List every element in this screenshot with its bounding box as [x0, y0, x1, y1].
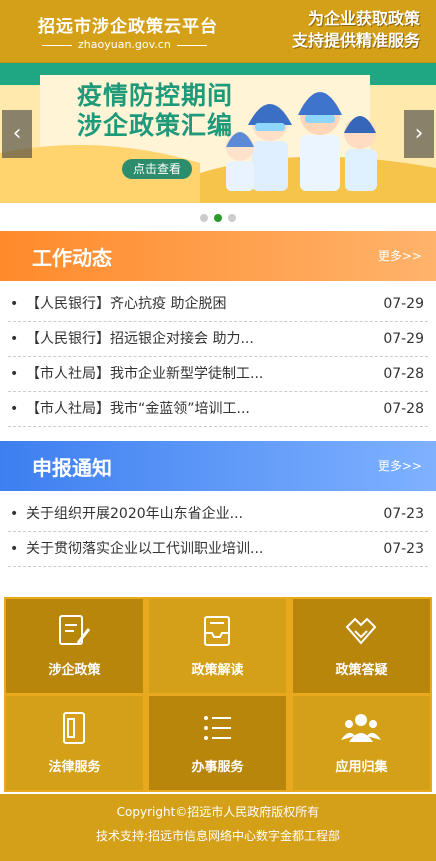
notice-date: 07-23	[383, 506, 424, 522]
service-grid: 涉企政策 政策解读 政策答疑 法律服务 办事服务 应用归集	[4, 597, 432, 792]
carousel-dot[interactable]	[200, 214, 208, 222]
section-title: 申报通知	[32, 456, 112, 480]
bullet: •	[10, 366, 19, 382]
carousel-next-arrow[interactable]: ›	[404, 110, 434, 158]
more-link[interactable]: 更多>>	[378, 457, 422, 474]
list-item[interactable]: • 【人民银行】招远银企对接会 助力... 07-29	[8, 322, 428, 357]
notice-date: 07-23	[383, 541, 424, 557]
handshake-icon	[345, 617, 377, 645]
domain-text: zhaoyuan.gov.cn	[78, 38, 171, 51]
tile-label: 政策答疑	[335, 663, 388, 678]
copyright-text: Copyright©招远市人民政府版权所有	[116, 805, 320, 819]
list-item[interactable]: • 关于组织开展2020年山东省企业... 07-23	[8, 497, 428, 532]
notices-header: 申报通知 更多>>	[0, 441, 436, 491]
banner-carousel[interactable]: 疫情防控期间 涉企政策汇编 点击查看 ‹ ›	[0, 63, 436, 203]
carousel-prev-arrow[interactable]: ‹	[2, 110, 32, 158]
list-item[interactable]: • 【人民银行】齐心抗疫 助企脱困 07-29	[8, 287, 428, 322]
site-domain: zhaoyuan.gov.cn	[36, 38, 213, 51]
view-button[interactable]: 点击查看	[122, 159, 192, 179]
carousel-dot-active[interactable]	[214, 214, 222, 222]
legal-document-icon	[63, 712, 85, 744]
more-link[interactable]: 更多>>	[378, 247, 422, 264]
tile-label: 涉企政策	[48, 663, 101, 678]
tile-apps[interactable]: 应用归集	[293, 696, 430, 790]
site-header: 招远市涉企政策云平台 zhaoyuan.gov.cn 为企业获取政策 支持提供精…	[0, 0, 436, 63]
site-title[interactable]: 招远市涉企政策云平台	[38, 12, 218, 37]
tile-legal[interactable]: 法律服务	[6, 696, 143, 790]
list-item[interactable]: • 关于贯彻落实企业以工代训职业培训... 07-23	[8, 532, 428, 567]
tile-label: 办事服务	[191, 760, 244, 775]
bullet: •	[10, 331, 19, 347]
banner-title: 疫情防控期间 涉企政策汇编	[77, 81, 233, 141]
news-date: 07-28	[383, 401, 424, 417]
notice-title[interactable]: 关于组织开展2020年山东省企业...	[26, 497, 306, 531]
list-item[interactable]: • 【市人社局】我市“金蓝领”培训工... 07-28	[8, 392, 428, 427]
slogan: 为企业获取政策 支持提供精准服务	[292, 8, 420, 52]
bullet: •	[10, 401, 19, 417]
section-title: 工作动态	[32, 246, 112, 270]
news-date: 07-29	[383, 296, 424, 312]
carousel-dot[interactable]	[228, 214, 236, 222]
list-item[interactable]: • 【市人社局】我市企业新型学徒制工... 07-28	[8, 357, 428, 392]
news-title[interactable]: 【市人社局】我市“金蓝领”培训工...	[26, 392, 296, 426]
bullet: •	[10, 541, 19, 557]
group-users-icon	[341, 714, 381, 742]
notices-list: • 关于组织开展2020年山东省企业... 07-23 • 关于贯彻落实企业以工代训职…	[0, 491, 436, 567]
site-footer: Copyright©招远市人民政府版权所有 技术支持:招远市信息网络中心数字金都…	[0, 794, 436, 861]
tile-label: 应用归集	[335, 760, 388, 775]
inbox-tray-icon	[204, 616, 230, 646]
tile-qa[interactable]: 政策答疑	[293, 599, 430, 693]
carousel-indicators	[0, 203, 436, 223]
bullet: •	[10, 506, 19, 522]
support-text: 技术支持:招远市信息网络中心数字金都工程部	[95, 829, 341, 843]
news-title[interactable]: 【人民银行】招远银企对接会 助力...	[26, 322, 296, 356]
work-news-header: 工作动态 更多>>	[0, 231, 436, 281]
divider	[176, 44, 207, 46]
banner-title-line-2: 涉企政策汇编	[77, 111, 234, 140]
tile-policy[interactable]: 涉企政策	[6, 599, 143, 693]
slogan-line-1: 为企业获取政策	[307, 9, 420, 28]
tile-services[interactable]: 办事服务	[149, 696, 286, 790]
banner-title-line-1: 疫情防控期间	[77, 81, 234, 110]
work-news-list: • 【人民银行】齐心抗疫 助企脱困 07-29 • 【人民银行】招远银企对接会 助力.…	[0, 281, 436, 427]
notice-title[interactable]: 关于贯彻落实企业以工代训职业培训...	[26, 532, 306, 566]
news-date: 07-29	[383, 331, 424, 347]
slogan-line-2: 支持提供精准服务	[291, 31, 420, 50]
bullet: •	[10, 296, 19, 312]
tile-label: 法律服务	[48, 760, 101, 775]
policy-edit-icon	[59, 615, 91, 645]
news-title[interactable]: 【市人社局】我市企业新型学徒制工...	[26, 357, 296, 391]
tile-label: 政策解读	[191, 663, 244, 678]
divider	[42, 44, 72, 46]
news-date: 07-28	[383, 366, 424, 382]
list-icon	[204, 716, 231, 740]
tile-interpretation[interactable]: 政策解读	[149, 599, 286, 693]
news-title[interactable]: 【人民银行】齐心抗疫 助企脱困	[26, 287, 296, 321]
